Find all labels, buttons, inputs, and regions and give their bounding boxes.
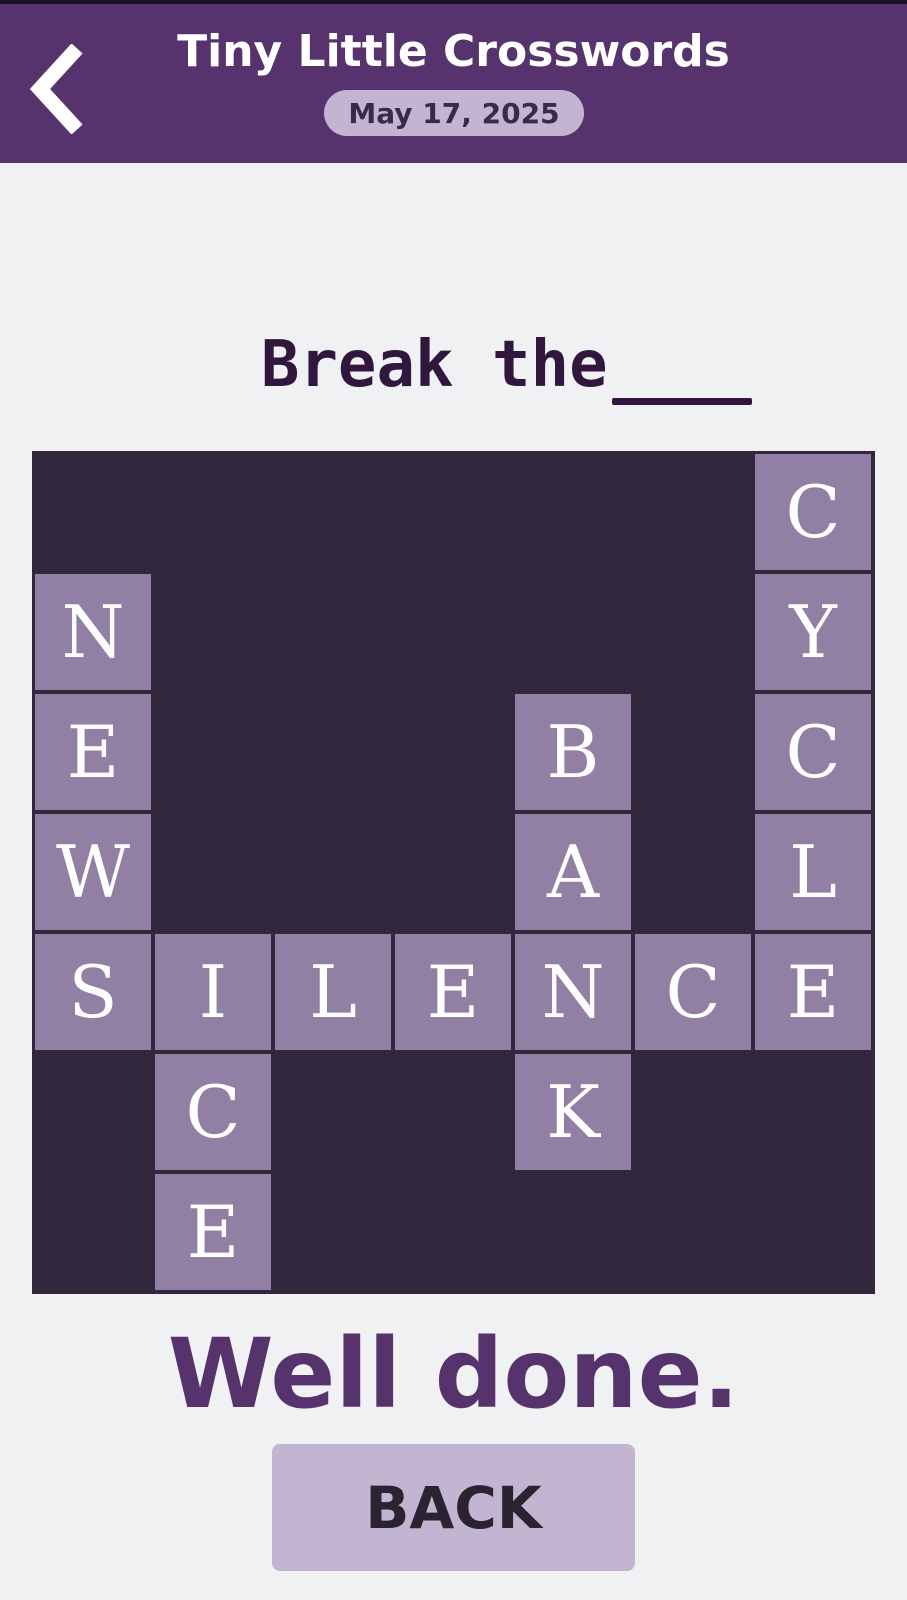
- grid-cell-r4-c5[interactable]: C: [635, 934, 751, 1050]
- grid-cell-r4-c3[interactable]: E: [395, 934, 511, 1050]
- grid-cell-r2-c0[interactable]: E: [35, 694, 151, 810]
- grid-cell-r1-c0[interactable]: N: [35, 574, 151, 690]
- grid-cell-r2-c6[interactable]: C: [755, 694, 871, 810]
- grid-cell-r5-c1[interactable]: C: [155, 1054, 271, 1170]
- grid-cell-r2-c4[interactable]: B: [515, 694, 631, 810]
- app-header: Tiny Little Crosswords May 17, 2025: [0, 4, 907, 163]
- grid-cell-r3-c6[interactable]: L: [755, 814, 871, 930]
- crossword-grid: CNYEBCWALSILENCECKE: [32, 451, 875, 1294]
- app-title: Tiny Little Crosswords: [177, 26, 730, 77]
- grid-cell-r4-c6[interactable]: E: [755, 934, 871, 1050]
- grid-cell-r6-c1[interactable]: E: [155, 1174, 271, 1290]
- date-badge: May 17, 2025: [324, 90, 584, 136]
- grid-cell-r3-c4[interactable]: A: [515, 814, 631, 930]
- grid-cell-r4-c4[interactable]: N: [515, 934, 631, 1050]
- grid-cell-r4-c1[interactable]: I: [155, 934, 271, 1050]
- grid-cell-r5-c4[interactable]: K: [515, 1054, 631, 1170]
- clue-text: Break the: [260, 328, 647, 402]
- back-button[interactable]: BACK: [272, 1444, 635, 1571]
- grid-cell-r1-c6[interactable]: Y: [755, 574, 871, 690]
- grid-cell-r4-c2[interactable]: L: [275, 934, 391, 1050]
- clue-blank-line: [612, 398, 752, 405]
- grid-cell-r0-c6[interactable]: C: [755, 454, 871, 570]
- grid-cell-r3-c0[interactable]: W: [35, 814, 151, 930]
- success-message: Well done.: [167, 1318, 740, 1430]
- grid-cell-r4-c0[interactable]: S: [35, 934, 151, 1050]
